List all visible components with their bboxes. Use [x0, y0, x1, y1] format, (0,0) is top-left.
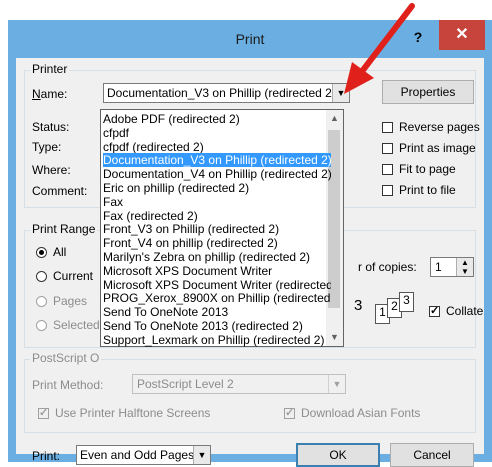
printer-list-item[interactable]: Front_V3 on Phillip (redirected 2): [103, 222, 331, 236]
collate-page-3: 3: [399, 292, 414, 312]
print-method-value: PostScript Level 2: [137, 377, 234, 391]
selected-radio[interactable]: [36, 320, 47, 331]
chevron-down-icon[interactable]: ▼: [328, 375, 345, 393]
printer-list-item[interactable]: Documentation_V4 on Phillip (redirected …: [103, 167, 331, 181]
printer-list-item[interactable]: Eric on phillip (redirected 2): [103, 181, 331, 195]
print-as-image-label[interactable]: Print as image: [399, 141, 476, 155]
postscript-group: [24, 359, 476, 433]
print-to-file-checkbox[interactable]: [382, 185, 393, 196]
fit-to-page-label[interactable]: Fit to page: [399, 162, 456, 176]
current-label[interactable]: Current: [53, 269, 93, 283]
copies-value: 1: [435, 260, 442, 274]
collate-label[interactable]: Collate: [446, 304, 483, 318]
printer-list-item[interactable]: Front_V4 on phillip (redirected 2): [103, 236, 331, 250]
print-method-label: Print Method:: [32, 378, 104, 392]
ok-button[interactable]: OK: [296, 443, 380, 467]
printer-list-item[interactable]: Send To OneNote 2013: [103, 305, 331, 319]
copies-label: r of copies:: [358, 260, 417, 274]
printer-list-item[interactable]: Adobe PDF (redirected 2): [103, 112, 331, 126]
print-subset-label: Print:: [32, 449, 61, 463]
halftone-label[interactable]: Use Printer Halftone Screens: [55, 406, 210, 420]
printer-name-value: Documentation_V3 on Phillip (redirected …: [107, 86, 336, 100]
reverse-pages-label[interactable]: Reverse pages: [399, 120, 480, 134]
printer-name-combobox[interactable]: Documentation_V3 on Phillip (redirected …: [103, 83, 350, 103]
print-method-combobox[interactable]: PostScript Level 2 ▼: [132, 374, 346, 394]
printer-list-item[interactable]: Marilyn's Zebra on phillip (redirected 2…: [103, 250, 331, 264]
printer-list-item[interactable]: Fax: [103, 195, 331, 209]
chevron-down-icon[interactable]: ▼: [193, 446, 210, 464]
status-label: Status:: [32, 120, 70, 134]
all-radio[interactable]: [36, 247, 47, 258]
printer-list-item[interactable]: Documentation_V3 on Phillip (redirected …: [103, 153, 331, 168]
where-label: Where:: [32, 163, 71, 177]
name-label: Name:: [32, 87, 68, 101]
reverse-pages-checkbox[interactable]: [382, 122, 393, 133]
print-range-label: Print Range: [30, 222, 98, 236]
printer-list-item[interactable]: Support_Lexmark on Phillip (redirected 2…: [103, 333, 331, 347]
download-fonts-checkbox[interactable]: [284, 406, 295, 419]
printer-list-item[interactable]: Send To OneNote 2013 (redirected 2): [103, 319, 331, 333]
comment-label: Comment:: [32, 184, 88, 198]
all-label[interactable]: All: [53, 245, 66, 259]
printer-dropdown-list[interactable]: ▲ ▼ Adobe PDF (redirected 2) cfpdf cfpdf (…: [100, 109, 344, 347]
current-radio[interactable]: [36, 271, 47, 282]
download-fonts-label[interactable]: Download Asian Fonts: [301, 406, 420, 420]
printer-list-item[interactable]: cfpdf: [103, 126, 331, 140]
halftone-checkbox[interactable]: [38, 406, 49, 419]
collate-checkbox[interactable]: [429, 304, 440, 317]
fit-to-page-checkbox[interactable]: [382, 164, 393, 175]
spinner-arrows-icon[interactable]: ▲ ▼: [456, 258, 473, 276]
printer-list-item[interactable]: Microsoft XPS Document Writer (redirecte…: [103, 278, 331, 292]
pages-radio[interactable]: [36, 296, 47, 307]
print-to-file-label[interactable]: Print to file: [399, 183, 456, 197]
printer-list-item[interactable]: Fax (redirected 2): [103, 209, 331, 223]
printer-group-label: Printer: [30, 62, 70, 76]
print-as-image-checkbox[interactable]: [382, 143, 393, 154]
printer-list-item[interactable]: cfpdf (redirected 2): [103, 140, 331, 154]
printer-list-item[interactable]: Microsoft XPS Document Writer: [103, 264, 331, 278]
pages-label[interactable]: Pages: [53, 294, 87, 308]
annotation-arrow-icon: [344, 3, 415, 94]
selected-label[interactable]: Selected: [53, 318, 100, 332]
type-label: Type:: [32, 140, 62, 154]
close-button[interactable]: ✕: [439, 20, 485, 50]
postscript-group-label: PostScript O: [30, 351, 102, 365]
copies-spinner[interactable]: 1 ▲ ▼: [430, 257, 474, 277]
collate-preview-a: 3: [354, 297, 363, 314]
printer-list-item[interactable]: PROG_Xerox_8900X on Phillip (redirected …: [103, 291, 331, 305]
print-subset-combobox[interactable]: Even and Odd Pages ▼: [76, 445, 211, 465]
cancel-button[interactable]: Cancel: [390, 443, 474, 467]
print-subset-value: Even and Odd Pages: [80, 448, 195, 462]
